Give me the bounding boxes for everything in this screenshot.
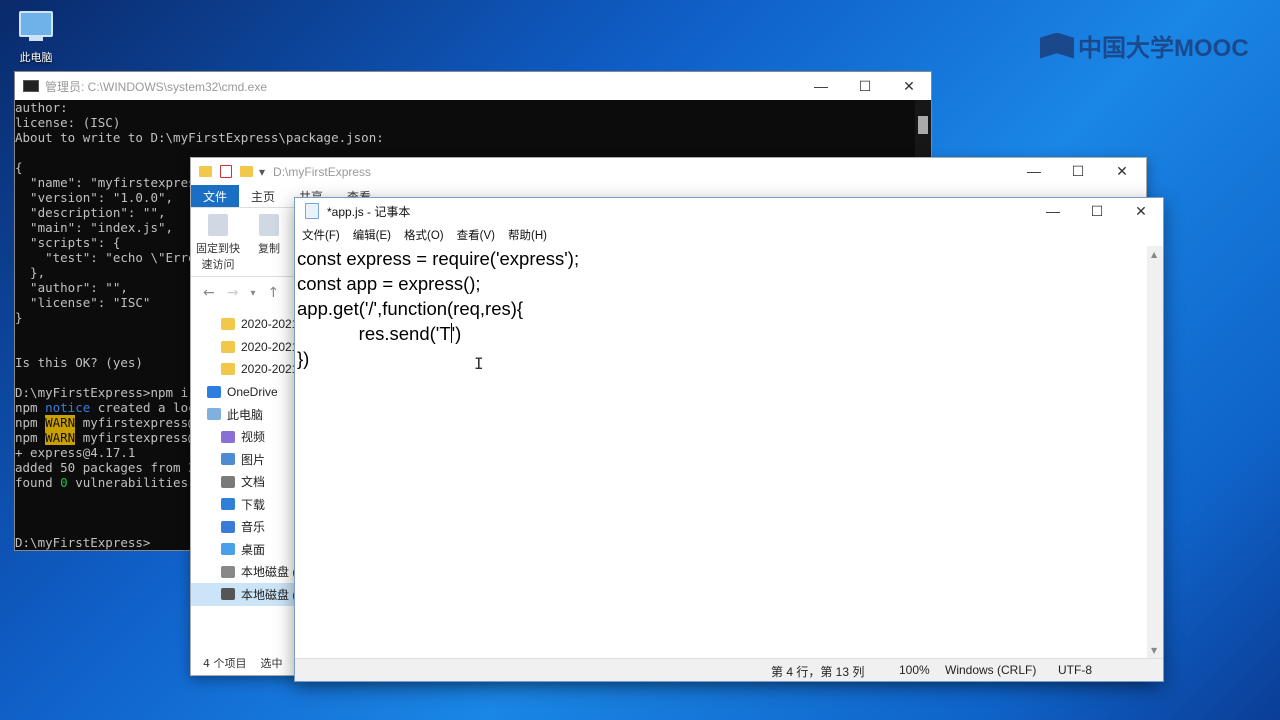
tree-item-icon <box>207 385 221 398</box>
tree-item-label: 本地磁盘 ( <box>241 587 297 602</box>
vertical-scrollbar[interactable]: ▲ ▼ <box>1147 246 1163 659</box>
maximize-button[interactable]: ☐ <box>1056 163 1100 180</box>
text-editor[interactable]: const express = require('express'); cons… <box>297 246 1147 659</box>
up-icon[interactable]: ↑ <box>268 285 280 301</box>
dropdown-icon[interactable]: ▾ <box>259 165 265 179</box>
copy-button[interactable]: 复制 <box>245 208 293 276</box>
recent-dropdown-icon[interactable]: ▾ <box>250 288 255 299</box>
explorer-titlebar[interactable]: ▾ D:\myFirstExpress — ☐ ✕ <box>191 158 1146 185</box>
folder-icon <box>199 166 212 177</box>
selected-count: 选中 <box>260 657 283 670</box>
desktop-this-pc[interactable]: 此电脑 <box>14 8 58 65</box>
tree-item-label: OneDrive <box>227 384 278 399</box>
mooc-logo-icon <box>1040 32 1074 59</box>
npm-notice-badge: notice <box>45 400 91 415</box>
line-ending: Windows (CRLF) <box>945 663 1037 677</box>
close-button[interactable]: ✕ <box>1100 163 1144 180</box>
tab-home[interactable]: 主页 <box>239 185 287 207</box>
tree-item-label: 视频 <box>241 430 266 445</box>
pin-quick-access-button[interactable]: 固定到快速访问 <box>191 208 245 276</box>
minimize-button[interactable]: — <box>1031 203 1075 220</box>
forward-icon[interactable]: → <box>227 285 239 301</box>
tree-item-label: 下载 <box>241 497 266 512</box>
tree-item-label: 音乐 <box>241 520 266 535</box>
maximize-button[interactable]: ☐ <box>1075 203 1119 220</box>
properties-icon[interactable] <box>220 165 232 178</box>
tree-item-label: 2020-2021 <box>241 362 299 377</box>
item-count: 4 个项目 <box>203 657 247 670</box>
watermark-text: 中国大学MOOC <box>1078 35 1249 62</box>
tree-item-label: 此电脑 <box>227 407 264 422</box>
notepad-titlebar[interactable]: *app.js - 记事本 — ☐ ✕ <box>295 198 1163 224</box>
tree-item-icon <box>221 588 235 601</box>
maximize-button[interactable]: ☐ <box>843 78 887 95</box>
npm-warn-badge: WARN <box>45 415 76 430</box>
notepad-menu-bar: 文件(F) 编辑(E) 格式(O) 查看(V) 帮助(H) <box>295 224 1163 246</box>
menu-file[interactable]: 文件(F) <box>302 227 340 243</box>
minimize-button[interactable]: — <box>1012 163 1056 180</box>
minimize-button[interactable]: — <box>799 78 843 95</box>
tree-item-icon <box>221 543 235 556</box>
tab-file[interactable]: 文件 <box>191 185 240 207</box>
scroll-thumb[interactable] <box>918 116 928 134</box>
mooc-watermark: 中国大学MOOC <box>1040 28 1249 63</box>
scroll-down-icon[interactable]: ▼ <box>1151 646 1157 655</box>
tree-item-icon <box>207 408 221 421</box>
tree-item-label: 桌面 <box>241 542 266 557</box>
explorer-status-bar: 4 个项目 选中 <box>191 651 295 675</box>
desktop-icon-label: 此电脑 <box>19 51 53 64</box>
cursor-position: 第 4 行，第 13 列 <box>771 665 865 679</box>
tree-item-icon <box>221 498 235 511</box>
ibeam-cursor-icon: I <box>474 354 484 373</box>
cmd-icon <box>23 80 39 92</box>
explorer-title: D:\myFirstExpress <box>273 164 372 179</box>
zoom-level: 100% <box>899 663 930 677</box>
tree-item-icon <box>221 565 235 578</box>
menu-edit[interactable]: 编辑(E) <box>353 227 391 243</box>
tree-item-label: 本地磁盘 ( <box>241 565 297 580</box>
tree-item-icon <box>221 340 235 353</box>
copy-icon <box>259 214 279 236</box>
tree-item-icon <box>221 475 235 488</box>
tree-item-icon <box>221 363 235 376</box>
menu-help[interactable]: 帮助(H) <box>508 227 547 243</box>
menu-view[interactable]: 查看(V) <box>457 227 495 243</box>
scroll-up-icon[interactable]: ▲ <box>1151 250 1157 259</box>
encoding: UTF-8 <box>1058 663 1092 677</box>
notepad-status-bar: 第 4 行，第 13 列 100% Windows (CRLF) UTF-8 <box>295 658 1163 681</box>
tree-item-icon <box>221 318 235 331</box>
notepad-window[interactable]: *app.js - 记事本 — ☐ ✕ 文件(F) 编辑(E) 格式(O) 查看… <box>294 197 1164 682</box>
tree-item-icon <box>221 453 235 466</box>
computer-icon <box>19 11 53 41</box>
close-button[interactable]: ✕ <box>1119 203 1163 220</box>
code-text: const express = require('express'); cons… <box>297 248 580 344</box>
tree-item-label: 2020-2021 <box>241 317 299 332</box>
new-folder-icon[interactable] <box>240 166 253 177</box>
notepad-icon <box>305 203 319 219</box>
cmd-titlebar[interactable]: 管理员: C:\WINDOWS\system32\cmd.exe — ☐ ✕ <box>15 72 931 100</box>
tree-item-label: 图片 <box>241 452 266 467</box>
zero-count: 0 <box>60 475 68 490</box>
close-button[interactable]: ✕ <box>887 78 931 95</box>
tree-item-label: 2020-2021 <box>241 339 299 354</box>
cmd-title: 管理员: C:\WINDOWS\system32\cmd.exe <box>45 79 268 94</box>
back-icon[interactable]: ← <box>203 285 215 301</box>
tree-item-label: 文档 <box>241 475 266 490</box>
tree-item-icon <box>221 430 235 443</box>
tree-item-icon <box>221 520 235 533</box>
npm-warn-badge: WARN <box>45 430 76 445</box>
pin-icon <box>208 214 228 236</box>
notepad-title: *app.js - 记事本 <box>327 204 411 219</box>
menu-format[interactable]: 格式(O) <box>404 227 444 243</box>
